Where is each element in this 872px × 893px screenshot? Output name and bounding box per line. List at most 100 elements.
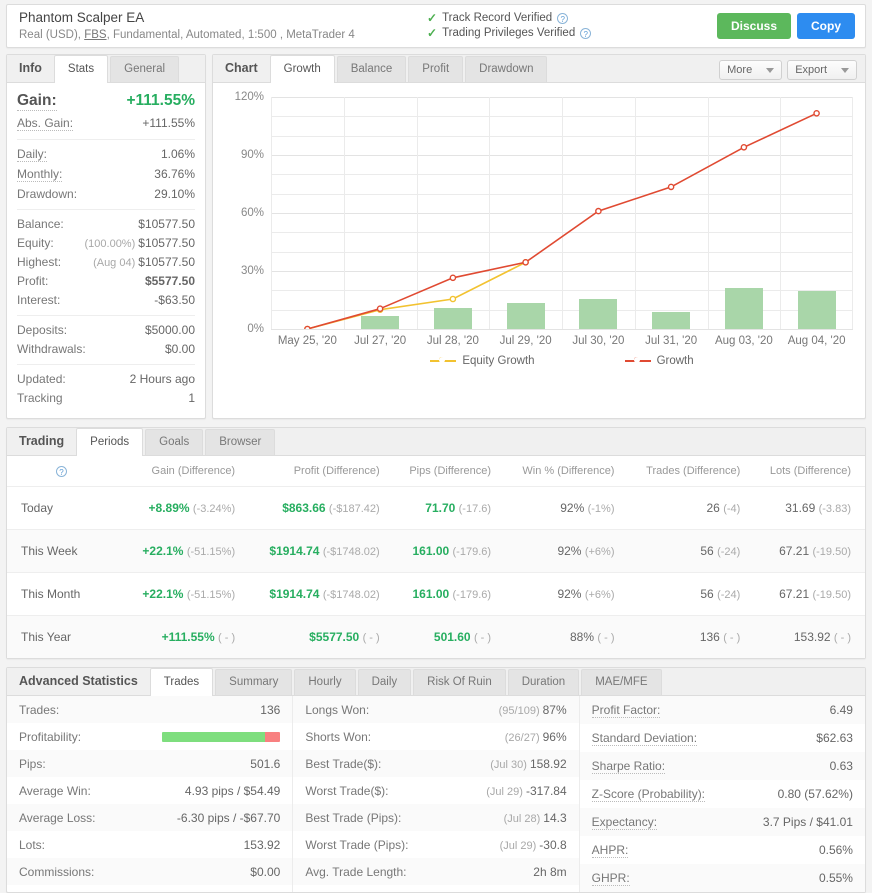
tab-duration[interactable]: Duration bbox=[507, 669, 580, 695]
chart-line-layer bbox=[304, 109, 820, 329]
stat-value-wrap: (95/109) 87% bbox=[499, 703, 567, 717]
tab-trades[interactable]: Trades bbox=[149, 668, 214, 696]
broker-link[interactable]: FBS bbox=[84, 29, 106, 41]
stat-label: Interest: bbox=[17, 293, 61, 307]
stat-value-wrap: 136 bbox=[260, 703, 280, 717]
trades-difference: ( - ) bbox=[723, 632, 741, 644]
table-row[interactable]: Today +8.89% (-3.24%) $863.66 (-$187.42) 71… bbox=[7, 486, 865, 530]
tab-mae-mfe[interactable]: MAE/MFE bbox=[581, 669, 662, 695]
cell-lots: 67.21 (-19.50) bbox=[754, 529, 865, 573]
stat-value: 14.3 bbox=[543, 810, 567, 825]
tab-goals[interactable]: Goals bbox=[145, 429, 204, 455]
more-label: More bbox=[727, 64, 753, 76]
trades-difference: (-4) bbox=[723, 503, 741, 515]
trades-difference: (-24) bbox=[717, 589, 741, 601]
stat-value: -6.30 pips / -$67.70 bbox=[176, 810, 281, 825]
stat-value: $10577.50 bbox=[138, 217, 195, 231]
stat-value-wrap: (Aug 04) $10577.50 bbox=[93, 255, 195, 269]
tab-balance[interactable]: Balance bbox=[336, 56, 407, 82]
period-label: Today bbox=[21, 501, 54, 515]
stat-value-wrap: (100.00%) $10577.50 bbox=[85, 236, 196, 250]
cell-win: 92% (+6%) bbox=[505, 529, 629, 573]
tab-risk-of-ruin[interactable]: Risk Of Ruin bbox=[413, 669, 506, 695]
advanced-column-3: Profit Factor: 6.49 Standard Deviation: $62… bbox=[578, 696, 865, 892]
legend-swatch bbox=[430, 357, 457, 363]
cell-lots: 153.92 ( - ) bbox=[754, 615, 865, 658]
pips-difference: (-17.6) bbox=[458, 503, 492, 515]
cell-gain: +22.1% (-51.15%) bbox=[125, 529, 250, 573]
chart-tabbar: Chart Growth Balance Profit Drawdown Mor… bbox=[213, 55, 865, 83]
stat-value-wrap: 501.6 bbox=[250, 757, 280, 771]
chart-y-tick-label: 60% bbox=[240, 207, 264, 219]
advanced-tabbar: Advanced Statistics Trades Summary Hourl… bbox=[7, 668, 865, 696]
stat-value-wrap: 153.92 bbox=[244, 838, 281, 852]
tab-browser[interactable]: Browser bbox=[205, 429, 276, 455]
stat-daily: Daily: 1.06% bbox=[17, 145, 195, 165]
cell-win: 88% ( - ) bbox=[505, 615, 629, 658]
profit-value: $863.66 bbox=[282, 501, 326, 515]
tab-stats[interactable]: Stats bbox=[53, 55, 109, 83]
win-value: 92% bbox=[560, 501, 585, 515]
chart-toolbar: More Export bbox=[719, 60, 865, 82]
discuss-button[interactable]: Discuss bbox=[716, 13, 791, 39]
tab-general[interactable]: General bbox=[110, 56, 180, 82]
stat-prefix: (95/109) bbox=[498, 704, 540, 717]
profit-difference: ( - ) bbox=[362, 632, 380, 644]
lots-difference: (-19.50) bbox=[812, 589, 851, 601]
table-row[interactable]: This Year +111.55% ( - ) $5577.50 ( - ) 501… bbox=[7, 615, 865, 658]
stat-label: Abs. Gain: bbox=[17, 116, 74, 131]
tab-profit[interactable]: Profit bbox=[408, 56, 464, 82]
help-icon[interactable]: ? bbox=[557, 13, 569, 24]
stat-label: Z-Score (Probability): bbox=[591, 786, 706, 802]
lots-value: 67.21 bbox=[779, 587, 810, 601]
tab-periods[interactable]: Periods bbox=[76, 428, 144, 456]
tab-hourly[interactable]: Hourly bbox=[294, 669, 356, 695]
overview-row: Info Stats General Gain: +111.55% Abs. G… bbox=[6, 54, 866, 419]
win-difference: (-1%) bbox=[587, 503, 615, 515]
advanced-column-2: Longs Won: (95/109) 87% Shorts Won: (26/27) 9… bbox=[292, 696, 579, 892]
pips-value: 161.00 bbox=[412, 544, 450, 558]
stat-row: GHPR: 0.55% bbox=[579, 864, 865, 892]
profitability-bar-win bbox=[162, 731, 265, 742]
stat-gain: Gain: +111.55% bbox=[17, 89, 195, 114]
table-row[interactable]: This Month +22.1% (-51.15%) $1914.74 (-$17… bbox=[7, 572, 865, 616]
account-identity: Phantom Scalper EA Real (USD), FBS, Fund… bbox=[7, 5, 427, 47]
stat-row: Standard Deviation: $62.63 bbox=[580, 724, 865, 752]
export-dropdown[interactable]: Export bbox=[787, 60, 857, 80]
help-icon[interactable]: ? bbox=[580, 28, 592, 39]
more-dropdown[interactable]: More bbox=[719, 60, 783, 80]
trades-value: 26 bbox=[706, 501, 720, 515]
stat-updated: Updated: 2 Hours ago bbox=[17, 370, 195, 389]
tab-drawdown[interactable]: Drawdown bbox=[465, 56, 548, 82]
stat-prefix: (Jul 29) bbox=[486, 785, 523, 798]
cell-profit: $1914.74 (-$1748.02) bbox=[249, 572, 394, 616]
chart-legend: Equity Growth Growth bbox=[271, 355, 853, 367]
divider bbox=[17, 314, 195, 316]
chevron-down-icon bbox=[841, 67, 849, 73]
trading-panel: Trading Periods Goals Browser ? Gain (Di… bbox=[6, 427, 866, 659]
stat-value-wrap: 4.93 pips / $54.49 bbox=[185, 784, 280, 798]
profit-value: $5577.50 bbox=[309, 630, 360, 644]
copy-button[interactable]: Copy bbox=[797, 13, 855, 39]
pips-value: 71.70 bbox=[425, 501, 456, 515]
stat-row: Sharpe Ratio: 0.63 bbox=[579, 752, 865, 780]
stat-label: Average Loss: bbox=[19, 810, 96, 825]
chart-x-tick-label: Jul 31, '20 bbox=[645, 335, 698, 347]
trades-value: 136 bbox=[699, 630, 720, 644]
table-row[interactable]: This Week +22.1% (-51.15%) $1914.74 (-$174… bbox=[7, 529, 865, 573]
legend-item-growth[interactable]: Growth bbox=[624, 355, 694, 367]
tab-daily[interactable]: Daily bbox=[357, 669, 412, 695]
chart-x-tick-label: Aug 03, '20 bbox=[714, 335, 773, 347]
legend-label: Equity Growth bbox=[462, 355, 535, 367]
period-label: This Month bbox=[21, 587, 81, 601]
stat-label: Profit Factor: bbox=[591, 702, 661, 718]
tab-growth[interactable]: Growth bbox=[269, 55, 335, 83]
legend-marker bbox=[439, 357, 445, 362]
help-icon[interactable]: ? bbox=[56, 465, 67, 477]
stat-row: Expectancy: 3.7 Pips / $41.01 bbox=[579, 808, 865, 836]
stat-value: 153.92 bbox=[243, 837, 281, 852]
stat-prefix: (Jul 28) bbox=[503, 812, 541, 825]
legend-item-equity-growth[interactable]: Equity Growth bbox=[430, 355, 535, 367]
tab-summary[interactable]: Summary bbox=[215, 669, 293, 695]
stat-value-wrap: (Jul 29) -30.8 bbox=[500, 838, 567, 852]
